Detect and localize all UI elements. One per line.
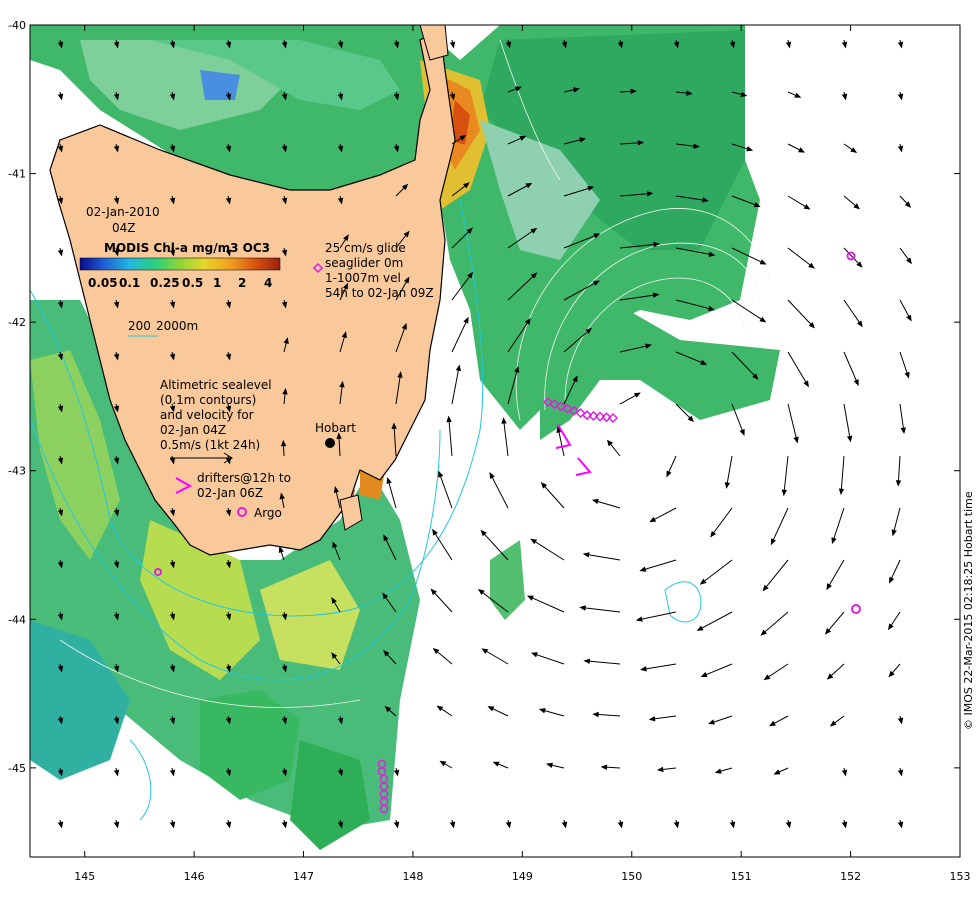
altimetry-line-3: and velocity for	[160, 408, 254, 422]
colorbar-tick: 1	[213, 276, 221, 290]
credit-text: © IMOS 22-Mar-2015 02:18:25 Hobart time	[962, 491, 975, 730]
y-tick-label: -43	[8, 465, 26, 478]
chlorophyll-map: Hobart 02-Jan-2010 04Z MODIS Chl-a mg/m3…	[0, 0, 980, 900]
colorbar-tick: 0.1	[119, 276, 140, 290]
x-tick-label: 151	[731, 870, 752, 883]
altimetry-line-1: Altimetric sealevel	[160, 378, 272, 392]
y-tick-label: -45	[8, 762, 26, 775]
isobath-label-200: 200	[128, 319, 151, 333]
glider-legend-line-3: 1-1007m vel	[325, 271, 401, 285]
y-tick-label: -41	[8, 168, 26, 181]
y-tick-label: -40	[8, 19, 26, 32]
drifter-legend-line-2: 02-Jan 06Z	[197, 486, 263, 500]
x-tick-label: 145	[74, 870, 95, 883]
date-line-1: 02-Jan-2010	[86, 205, 160, 219]
product-title: MODIS Chl-a mg/m3 OC3	[104, 241, 270, 255]
colorbar	[79, 257, 281, 271]
y-tick-label: -42	[8, 316, 26, 329]
hobart-dot	[325, 438, 335, 448]
x-tick-label: 148	[402, 870, 423, 883]
x-tick-label: 153	[950, 870, 971, 883]
x-tick-label: 150	[621, 870, 642, 883]
glider-legend-line-2: seaglider 0m	[325, 256, 403, 270]
date-line-2: 04Z	[112, 221, 136, 235]
colorbar-tick: 4	[264, 276, 272, 290]
colorbar-tick: 0.05	[88, 276, 118, 290]
altimetry-line-2: (0.1m contours)	[160, 393, 256, 407]
x-tick-label: 147	[293, 870, 314, 883]
altimetry-line-5: 0.5m/s (1kt 24h)	[160, 438, 260, 452]
drifter-legend-line-1: drifters@12h to	[197, 471, 291, 485]
argo-legend-label: Argo	[254, 506, 282, 520]
isobath-label-2000: 2000m	[156, 319, 198, 333]
altimetry-line-4: 02-Jan 04Z	[160, 423, 226, 437]
x-tick-label: 152	[840, 870, 861, 883]
glider-legend-line-1: 25 cm/s glide	[325, 241, 406, 255]
glider-legend-line-4: 54h to 02-Jan 09Z	[325, 286, 434, 300]
y-tick-label: -44	[8, 613, 26, 626]
hobart-label: Hobart	[315, 421, 356, 435]
colorbar-tick: 0.5	[182, 276, 203, 290]
colorbar-tick: 0.25	[150, 276, 180, 290]
colorbar-tick: 2	[238, 276, 246, 290]
x-tick-label: 146	[184, 870, 205, 883]
x-tick-label: 149	[512, 870, 533, 883]
